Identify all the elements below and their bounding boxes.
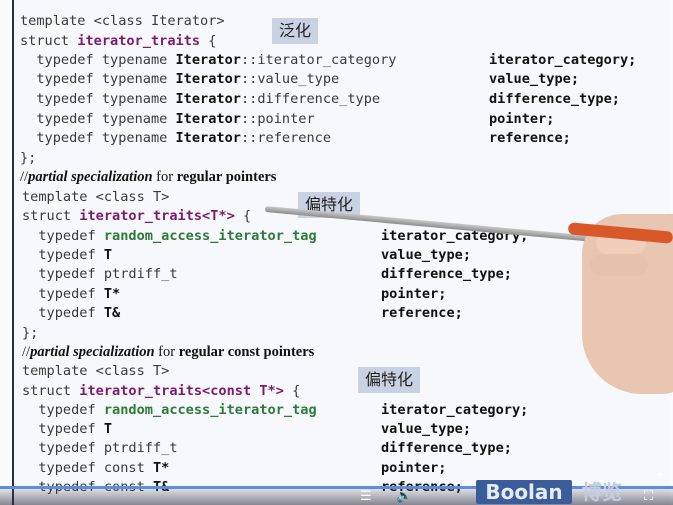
template-line-ptr: template <class T> [22,189,170,205]
code-row: typedef T& [22,305,121,321]
code-row-right: value_type; [381,421,472,437]
template-line-generic: template <class Iterator> [20,13,225,29]
code-row-right: iterator_category; [381,402,529,418]
code-row: typedef T* [22,286,121,302]
code-row-right: iterator_category; [489,52,637,68]
struct-line-ptr: struct iterator_traits<T*> { [22,208,252,224]
code-row: typedef T [22,247,113,263]
struct-line-const: struct iterator_traits<const T*> { [22,383,301,399]
close-brace: }; [22,325,39,341]
volume-icon[interactable]: 🔈 [396,489,412,505]
code-row: typedef typename Iterator::pointer [20,111,315,127]
code-row-right: difference_type; [489,91,620,107]
code-row: typedef ptrdiff_t [22,440,178,456]
code-row: typedef random_access_iterator_tag [22,402,317,418]
code-row-right: pointer; [489,111,555,127]
code-row-right: reference; [489,130,571,146]
boolan-logo: Boolan [476,480,572,504]
code-row-right: difference_type; [381,266,512,282]
close-brace: }; [20,150,37,166]
code-row-right: value_type; [381,247,472,263]
presenter-finger [590,254,648,276]
code-row-right: reference; [381,305,463,321]
video-control-bar[interactable] [0,489,673,505]
code-row-right: pointer; [381,286,447,302]
template-line-const: template <class T> [22,363,170,379]
video-progress-bar[interactable] [0,486,673,489]
struct-line-generic: struct iterator_traits { [20,33,217,49]
code-row: typedef const T* [22,460,170,476]
code-row: typedef ptrdiff_t [22,266,178,282]
code-row-right: pointer; [381,460,447,476]
comment-pointers: //partial specialization for regular poi… [20,169,277,185]
code-row: typedef typename Iterator::reference [20,130,332,146]
code-row: typedef T [22,421,113,437]
code-row-right: value_type; [489,71,580,87]
danmaku-icon[interactable]: ☰ [360,489,372,505]
generic-tag: 泛化 [272,18,319,44]
fullscreen-icon[interactable]: ⛶ [644,489,653,505]
expand-icon[interactable]: ✦ [652,466,668,482]
comment-const-pointers: //partial specialization for regular con… [22,344,315,360]
code-row: typedef random_access_iterator_tag [22,228,317,244]
code-row-right: difference_type; [381,440,512,456]
code-row: typedef typename Iterator::difference_ty… [20,91,381,107]
boolan-logo-cn: 博览 [582,480,622,504]
partial-spec-const-tag: 偏特化 [358,367,421,393]
code-row: typedef typename Iterator::value_type [20,71,340,87]
code-row: typedef typename Iterator::iterator_cate… [20,52,397,68]
